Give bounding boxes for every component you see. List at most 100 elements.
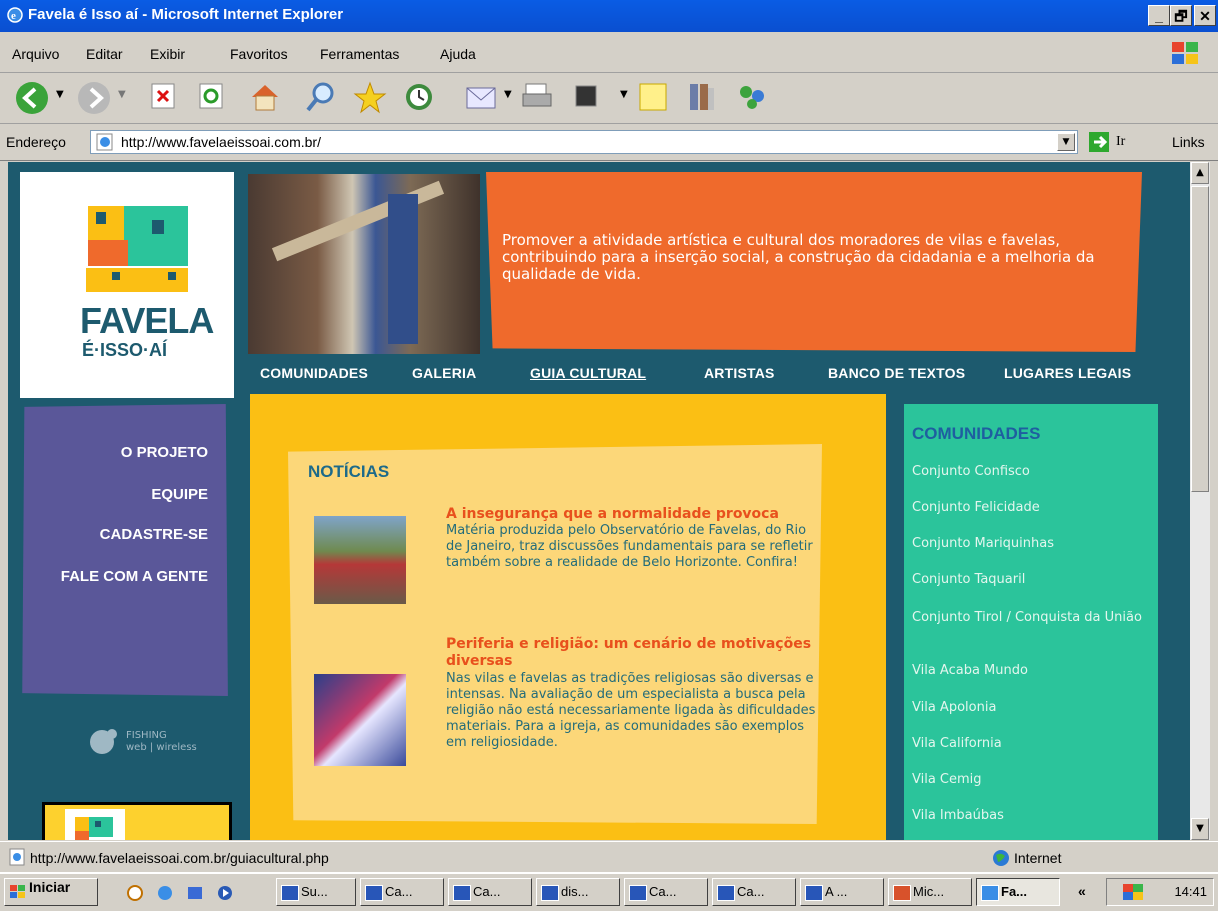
minimize-button[interactable]: _ — [1148, 5, 1170, 26]
research-icon[interactable] — [684, 80, 718, 114]
edit-icon[interactable] — [572, 80, 602, 114]
word-icon — [281, 885, 299, 901]
discuss-icon[interactable] — [636, 80, 670, 114]
logo-text-issoai: É·ISSO·AÍ — [82, 340, 168, 360]
community-link[interactable]: Conjunto Confisco — [912, 464, 1144, 480]
start-button[interactable]: Iniciar — [4, 878, 98, 906]
print-icon[interactable] — [520, 80, 556, 114]
task-word-2[interactable]: Ca... — [360, 878, 444, 906]
close-button[interactable]: ✕ — [1194, 5, 1216, 26]
fishing-name: FISHING — [126, 730, 167, 741]
task-label: Fa... — [1001, 884, 1028, 899]
nav-artistas[interactable]: ARTISTAS — [704, 365, 775, 381]
side-cadastre-se[interactable]: CADASTRE-SE — [100, 526, 208, 543]
fishing-credit[interactable]: FISHING web | wireless — [88, 724, 238, 764]
system-clock[interactable]: 14:41 — [1106, 878, 1214, 906]
news-headline-2[interactable]: Periferia e religião: um cenário de moti… — [446, 636, 816, 670]
task-word-6[interactable]: Ca... — [712, 878, 796, 906]
side-equipe[interactable]: EQUIPE — [151, 486, 208, 503]
scroll-down-icon[interactable]: ▼ — [1191, 818, 1209, 840]
home-icon[interactable] — [248, 80, 282, 114]
scrollbar-thumb[interactable] — [1191, 186, 1209, 492]
title-bar: e Favela é Isso aí - Microsoft Internet … — [0, 0, 1218, 32]
back-dropdown-icon[interactable]: ▼ — [56, 89, 64, 100]
community-link[interactable]: Conjunto Mariquinhas — [912, 536, 1144, 552]
messenger-icon[interactable] — [734, 80, 770, 114]
quicklaunch-outlook-icon[interactable] — [186, 884, 204, 902]
task-word-3[interactable]: Ca... — [448, 878, 532, 906]
top-nav: COMUNIDADES GALERIA GUIA CULTURAL ARTIST… — [248, 365, 1148, 391]
task-label: Mic... — [913, 884, 945, 899]
mail-icon[interactable] — [464, 80, 500, 114]
refresh-icon[interactable] — [196, 80, 228, 112]
forward-icon[interactable] — [76, 80, 112, 116]
quicklaunch-ie-icon[interactable] — [156, 884, 174, 902]
community-link[interactable]: Conjunto Taquaril — [912, 572, 1144, 588]
search-icon[interactable] — [304, 80, 338, 114]
links-button[interactable]: Links — [1172, 134, 1205, 150]
nav-lugares-legais[interactable]: LUGARES LEGAIS — [1004, 365, 1131, 381]
news-image-2[interactable] — [314, 674, 406, 766]
task-word-7[interactable]: A ... — [800, 878, 884, 906]
menu-exibir[interactable]: Exibir — [150, 46, 185, 62]
stop-icon[interactable] — [148, 80, 180, 112]
community-link[interactable]: Conjunto Tirol / Conquista da União — [912, 610, 1144, 626]
side-o-projeto[interactable]: O PROJETO — [121, 444, 208, 461]
task-word-5[interactable]: Ca... — [624, 878, 708, 906]
mail-dropdown-icon[interactable]: ▼ — [504, 89, 512, 100]
task-label: dis... — [561, 884, 589, 899]
menu-favoritos[interactable]: Favoritos — [230, 46, 288, 62]
edit-dropdown-icon[interactable]: ▼ — [620, 89, 628, 100]
small-logo-banner[interactable] — [42, 802, 232, 840]
maximize-button[interactable]: 🗗 — [1170, 5, 1192, 26]
go-arrow-icon — [1089, 132, 1109, 152]
address-url: http://www.favelaeissoai.com.br/ — [121, 134, 321, 150]
ie-icon: e — [7, 7, 23, 23]
site-logo[interactable]: FAVELA É·ISSO·AÍ — [20, 172, 234, 398]
fishing-logo-icon — [90, 729, 117, 754]
address-input[interactable]: http://www.favelaeissoai.com.br/ ▼ — [90, 130, 1078, 154]
menu-ajuda[interactable]: Ajuda — [440, 46, 476, 62]
community-link[interactable]: Vila Cemig — [912, 772, 1144, 788]
nav-guia-cultural[interactable]: GUIA CULTURAL — [530, 365, 646, 381]
nav-banco-de-textos[interactable]: BANCO DE TEXTOS — [828, 365, 965, 381]
menu-editar[interactable]: Editar — [86, 46, 123, 62]
quicklaunch-clock-icon[interactable] — [126, 884, 144, 902]
go-button[interactable]: Ir — [1088, 129, 1148, 155]
windows-logo-icon — [1172, 42, 1198, 64]
community-link[interactable]: Vila Imbaúbas — [912, 808, 1144, 824]
forward-dropdown-icon[interactable]: ▼ — [118, 89, 126, 100]
community-link[interactable]: Vila Acaba Mundo — [912, 663, 1144, 679]
scroll-up-icon[interactable]: ▲ — [1191, 162, 1209, 184]
community-link[interactable]: Vila Apolonia — [912, 700, 1144, 716]
quicklaunch-media-icon[interactable] — [216, 884, 234, 902]
word-icon — [365, 885, 383, 901]
status-page-icon — [9, 848, 25, 866]
fishing-tagline: web | wireless — [126, 742, 197, 753]
news-headline-1[interactable]: A insegurança que a normalidade provoca — [446, 506, 816, 523]
task-ie-active[interactable]: Fa... — [976, 878, 1060, 906]
tray-expand-icon[interactable]: « — [1078, 883, 1086, 899]
address-dropdown-icon[interactable]: ▼ — [1057, 133, 1075, 151]
task-word-4[interactable]: dis... — [536, 878, 620, 906]
back-icon[interactable] — [14, 80, 50, 116]
page-icon — [96, 133, 113, 151]
news-title: NOTÍCIAS — [308, 462, 390, 481]
nav-galeria[interactable]: GALERIA — [412, 365, 476, 381]
clock-time: 14:41 — [1174, 884, 1207, 899]
news-image-1[interactable] — [314, 516, 406, 604]
task-word-1[interactable]: Su... — [276, 878, 356, 906]
nav-comunidades[interactable]: COMUNIDADES — [260, 365, 368, 381]
favorites-icon[interactable] — [352, 80, 388, 116]
menu-ferramentas[interactable]: Ferramentas — [320, 46, 399, 62]
task-outlook[interactable]: Mic... — [888, 878, 972, 906]
history-icon[interactable] — [402, 80, 436, 114]
logo-text-favela: FAVELA — [80, 300, 214, 341]
community-link[interactable]: Vila California — [912, 736, 1144, 752]
photo-board — [388, 194, 418, 344]
address-bar: Endereço http://www.favelaeissoai.com.br… — [0, 124, 1218, 161]
community-link[interactable]: Conjunto Felicidade — [912, 500, 1144, 516]
side-fale-com-a-gente[interactable]: FALE COM A GENTE — [61, 568, 208, 585]
menu-arquivo[interactable]: Arquivo — [12, 46, 59, 62]
internet-zone-icon — [993, 850, 1009, 866]
